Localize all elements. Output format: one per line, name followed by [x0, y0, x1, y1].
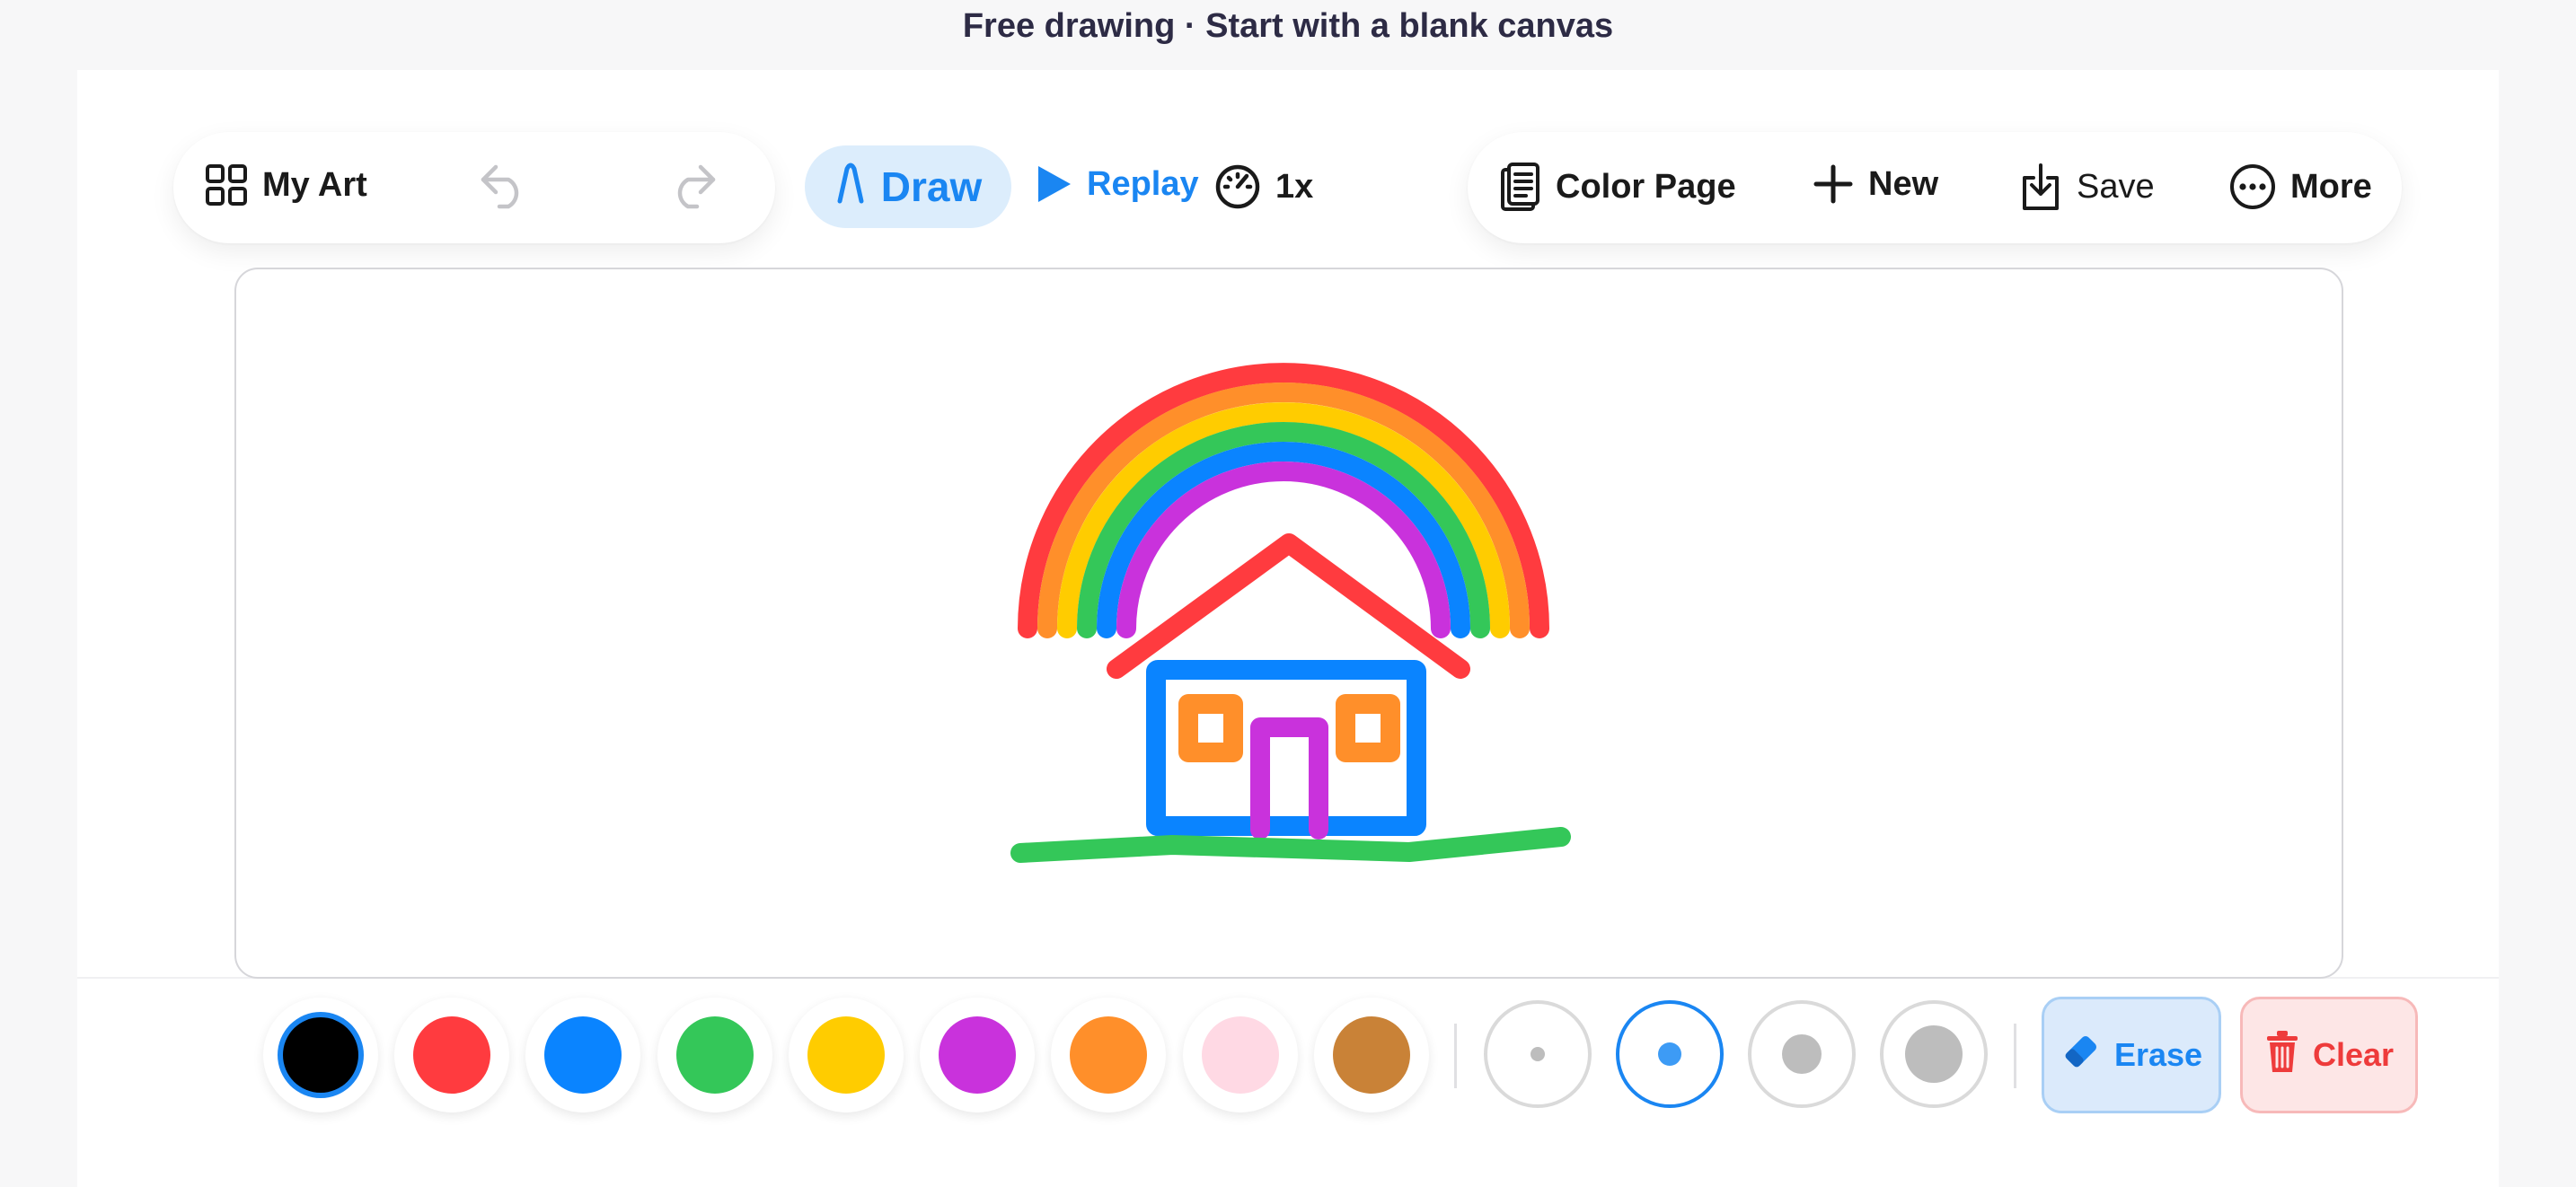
brush-size-large[interactable] — [1748, 1000, 1856, 1108]
my-art-button[interactable]: My Art — [205, 163, 367, 207]
speed-label: 1x — [1275, 167, 1314, 206]
grid-icon — [205, 163, 248, 207]
drawing — [1010, 363, 1571, 863]
color-swatch-purple[interactable] — [920, 998, 1035, 1112]
brush-size-small[interactable] — [1484, 1000, 1592, 1108]
brush-size-dot — [1905, 1025, 1963, 1083]
color-swatch-yellow[interactable] — [789, 998, 904, 1112]
erase-button[interactable]: Erase — [2042, 997, 2221, 1113]
more-button[interactable]: More — [2229, 163, 2372, 210]
clear-button[interactable]: Clear — [2240, 997, 2418, 1113]
new-label: New — [1868, 164, 1939, 203]
color-swatch-fill — [1333, 1016, 1410, 1094]
speedometer-icon — [1214, 163, 1261, 210]
my-art-label: My Art — [262, 165, 367, 204]
color-swatch-brown[interactable] — [1314, 998, 1429, 1112]
brush-size-xlarge[interactable] — [1880, 1000, 1988, 1108]
drawing-canvas[interactable] — [234, 268, 2343, 979]
color-swatch-red[interactable] — [394, 998, 509, 1112]
redo-icon — [666, 162, 719, 210]
more-label: More — [2290, 167, 2372, 206]
new-button[interactable]: New — [1813, 163, 1938, 205]
color-swatch-fill — [676, 1016, 754, 1094]
color-swatch-fill — [1202, 1016, 1279, 1094]
brush-size-medium[interactable] — [1616, 1000, 1724, 1108]
color-swatch-green[interactable] — [657, 998, 772, 1112]
color-page-button[interactable]: Color Page — [1500, 162, 1736, 212]
ground-line — [1010, 827, 1571, 863]
play-icon — [1035, 163, 1072, 205]
color-swatch-fill — [283, 1017, 358, 1093]
color-swatch-fill — [544, 1016, 622, 1094]
more-icon — [2229, 163, 2276, 210]
sizes-divider — [2014, 1024, 2016, 1088]
page-title: Free drawing · Start with a blank canvas — [962, 7, 1614, 45]
clear-label: Clear — [2312, 1036, 2395, 1073]
save-button[interactable]: Save — [2019, 162, 2155, 212]
color-swatch-fill — [1070, 1016, 1147, 1094]
replay-button[interactable]: Replay — [1035, 163, 1199, 205]
redo-button[interactable] — [666, 162, 719, 210]
color-swatch-pink[interactable] — [1183, 998, 1298, 1112]
pen-icon — [834, 160, 867, 215]
house-door — [1250, 717, 1328, 840]
plus-icon — [1813, 163, 1854, 205]
house-window-left — [1178, 694, 1243, 762]
speed-button[interactable]: 1x — [1214, 163, 1313, 210]
erase-label: Erase — [2113, 1036, 2203, 1073]
page-icon — [1500, 162, 1541, 212]
color-swatch-fill — [413, 1016, 490, 1094]
brush-size-dot — [1782, 1034, 1822, 1074]
draw-mode-button[interactable]: Draw — [805, 145, 1011, 228]
house-roof — [1107, 533, 1470, 679]
draw-label: Draw — [880, 163, 983, 210]
undo-icon — [478, 162, 530, 210]
brush-size-dot — [1658, 1042, 1681, 1066]
palette-divider — [1454, 1024, 1457, 1088]
brush-size-dot — [1531, 1047, 1545, 1061]
eraser-icon — [2060, 1031, 2102, 1080]
color-swatch-fill — [939, 1016, 1016, 1094]
color-page-label: Color Page — [1556, 167, 1736, 206]
color-swatch-orange[interactable] — [1051, 998, 1166, 1112]
color-swatch-black[interactable] — [263, 998, 378, 1112]
color-swatch-blue[interactable] — [525, 998, 640, 1112]
trash-icon — [2264, 1029, 2300, 1082]
download-icon — [2019, 162, 2062, 212]
undo-button[interactable] — [478, 162, 530, 210]
replay-label: Replay — [1087, 164, 1199, 203]
color-swatch-fill — [807, 1016, 885, 1094]
house-window-right — [1336, 694, 1400, 762]
save-label: Save — [2077, 167, 2155, 206]
